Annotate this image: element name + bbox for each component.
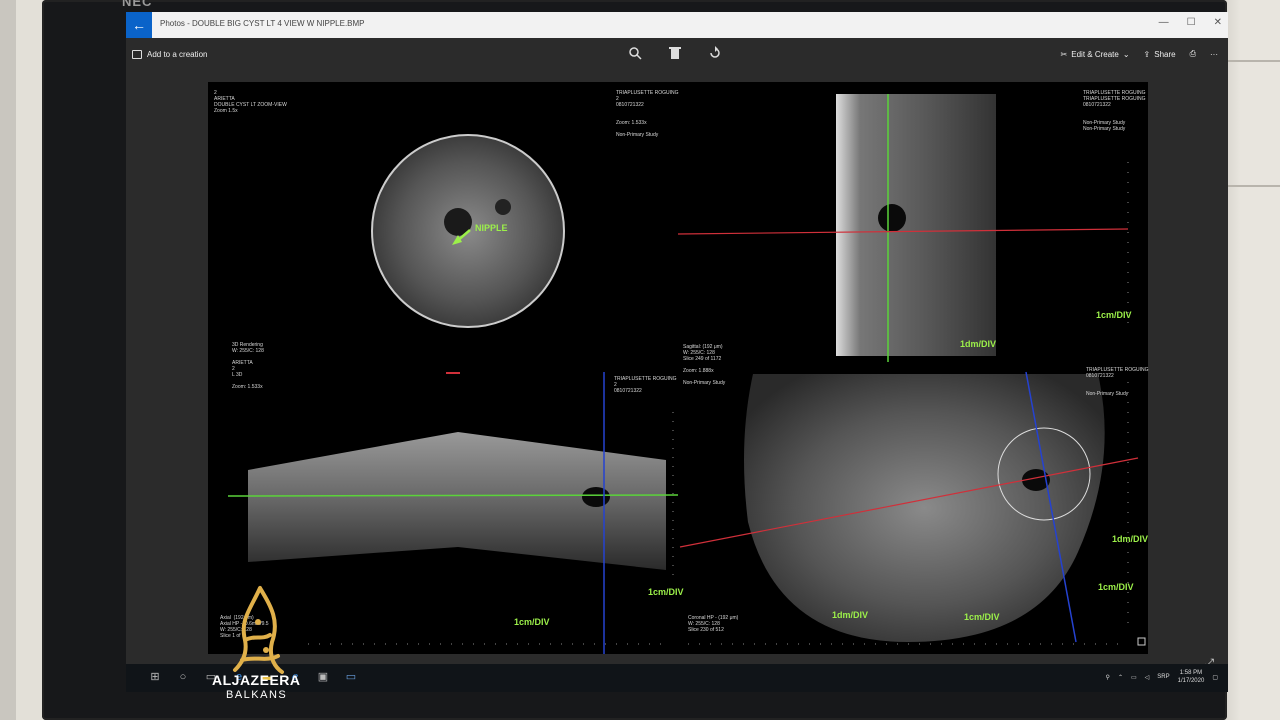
creation-icon xyxy=(132,50,142,59)
more-icon: ··· xyxy=(1210,49,1218,59)
app-toolbar: Add to a creation ✂ Edit & Create ⌄ ⇪ Sh… xyxy=(126,38,1228,76)
windows-icon: ⊞ xyxy=(150,671,160,683)
title-bar: ← Photos - DOUBLE BIG CYST LT 4 VIEW W N… xyxy=(126,12,1228,38)
start-button[interactable]: ⊞ xyxy=(148,670,162,684)
bl-header: 3D Rendering W: 255/C: 128 ARIETTA 2 L 3… xyxy=(232,342,264,390)
search-button[interactable]: ○ xyxy=(176,670,190,684)
scale-label: 1cm/DIV xyxy=(514,617,550,627)
more-button[interactable]: ··· xyxy=(1210,50,1218,59)
scale-label: 1dm/DIV xyxy=(960,339,997,349)
search-icon: ○ xyxy=(179,671,187,683)
back-button[interactable]: ← xyxy=(126,12,152,38)
scale-label: 1cm/DIV xyxy=(1098,582,1134,592)
wall-tile-line xyxy=(1226,185,1280,187)
window-controls: — ☐ ✕ xyxy=(1159,17,1222,28)
chevron-down-icon: ⌄ xyxy=(1122,49,1130,59)
channel-name: ALJAZEERA xyxy=(212,672,301,688)
monitor-brand: NEC xyxy=(122,0,153,9)
add-to-creation-label: Add to a creation xyxy=(147,50,208,59)
ultrasound-scan-graphic xyxy=(227,94,1146,654)
edit-create-button[interactable]: ✂ Edit & Create ⌄ xyxy=(1061,50,1130,59)
share-button[interactable]: ⇪ Share xyxy=(1144,50,1176,59)
app-button[interactable]: ▭ xyxy=(344,670,358,684)
rotate-icon xyxy=(710,46,720,58)
notifications-icon[interactable]: ▢ xyxy=(1212,674,1218,681)
edit-create-icon: ✂ xyxy=(1060,49,1068,59)
close-button[interactable]: ✕ xyxy=(1214,17,1222,28)
add-to-creation-button[interactable]: Add to a creation xyxy=(132,50,207,59)
nipple-label: NIPPLE xyxy=(475,223,508,233)
maximize-button[interactable]: ☐ xyxy=(1187,17,1196,28)
share-label: Share xyxy=(1154,49,1176,59)
zoom-button[interactable] xyxy=(626,46,644,64)
clock-date: 1/17/2020 xyxy=(1177,678,1205,684)
br-header: TRIAPLUSETTE ROGUING 0810721322 Non-Prim… xyxy=(1086,367,1149,397)
clock-time: 1:58 PM xyxy=(1179,670,1203,676)
wall-tile-line xyxy=(1226,60,1280,62)
scale-label: 1cm/DIV xyxy=(1096,310,1132,320)
delete-button[interactable] xyxy=(666,46,684,64)
volume-icon[interactable]: ◁ xyxy=(1145,674,1150,681)
right-tools: ✂ Edit & Create ⌄ ⇪ Share ⎙ ··· xyxy=(1061,49,1218,59)
edit-create-label: Edit & Create xyxy=(1071,49,1119,59)
back-arrow-icon: ← xyxy=(132,17,146,33)
scale-label: 1cm/DIV xyxy=(964,612,1000,622)
scale-label: 1cm/DIV xyxy=(648,587,684,597)
ultrasound-image[interactable]: 2 ARIETTA DOUBLE CYST LT ZOOM-VIEW Zoom … xyxy=(208,82,1149,654)
scale-label: 1dm/DIV xyxy=(1112,534,1149,544)
share-icon: ⇪ xyxy=(1143,49,1151,59)
clock[interactable]: 1:58 PM 1/17/2020 xyxy=(1178,669,1205,685)
bm-header: Sagittal: (192 μm) W: 255/C: 128 Slice 2… xyxy=(683,344,726,386)
language-indicator[interactable]: SRP xyxy=(1157,674,1169,680)
tr-header: TRIAPLUSETTE ROGUING TRIAPLUSETTE ROGUIN… xyxy=(1083,90,1146,132)
tl-header-left: 2 ARIETTA DOUBLE CYST LT ZOOM-VIEW Zoom … xyxy=(214,90,287,114)
print-button[interactable]: ⎙ xyxy=(1190,49,1196,59)
system-tray: ⚲ ⌃ ▭ ◁ SRP 1:58 PM 1/17/2020 ▢ xyxy=(1106,669,1218,685)
person-icon[interactable]: ⚲ xyxy=(1106,674,1110,681)
scale-label: 1dm/DIV xyxy=(832,610,869,620)
bm-footer: Coronal HP - (192 μm) W: 255/C: 128 Slic… xyxy=(688,615,739,633)
window-title: Photos - DOUBLE BIG CYST LT 4 VIEW W NIP… xyxy=(160,19,365,28)
app-icon: ▭ xyxy=(345,671,357,683)
zoom-icon xyxy=(629,47,642,60)
chevron-up-icon[interactable]: ⌃ xyxy=(1118,674,1123,681)
channel-subname: BALKANS xyxy=(226,689,288,701)
center-tools xyxy=(626,46,724,64)
printer-icon: ⎙ xyxy=(1189,49,1196,58)
minimize-button[interactable]: — xyxy=(1159,17,1169,28)
rotate-button[interactable] xyxy=(706,46,724,64)
tl-header-right: TRIAPLUSETTE ROGUING 2 0810721322 Zoom: … xyxy=(616,90,679,138)
network-icon[interactable]: ▭ xyxy=(1131,674,1137,681)
trash-icon xyxy=(669,47,681,59)
bm-header-left: TRIAPLUSETTE ROGUING 2 0810721322 xyxy=(614,376,677,394)
